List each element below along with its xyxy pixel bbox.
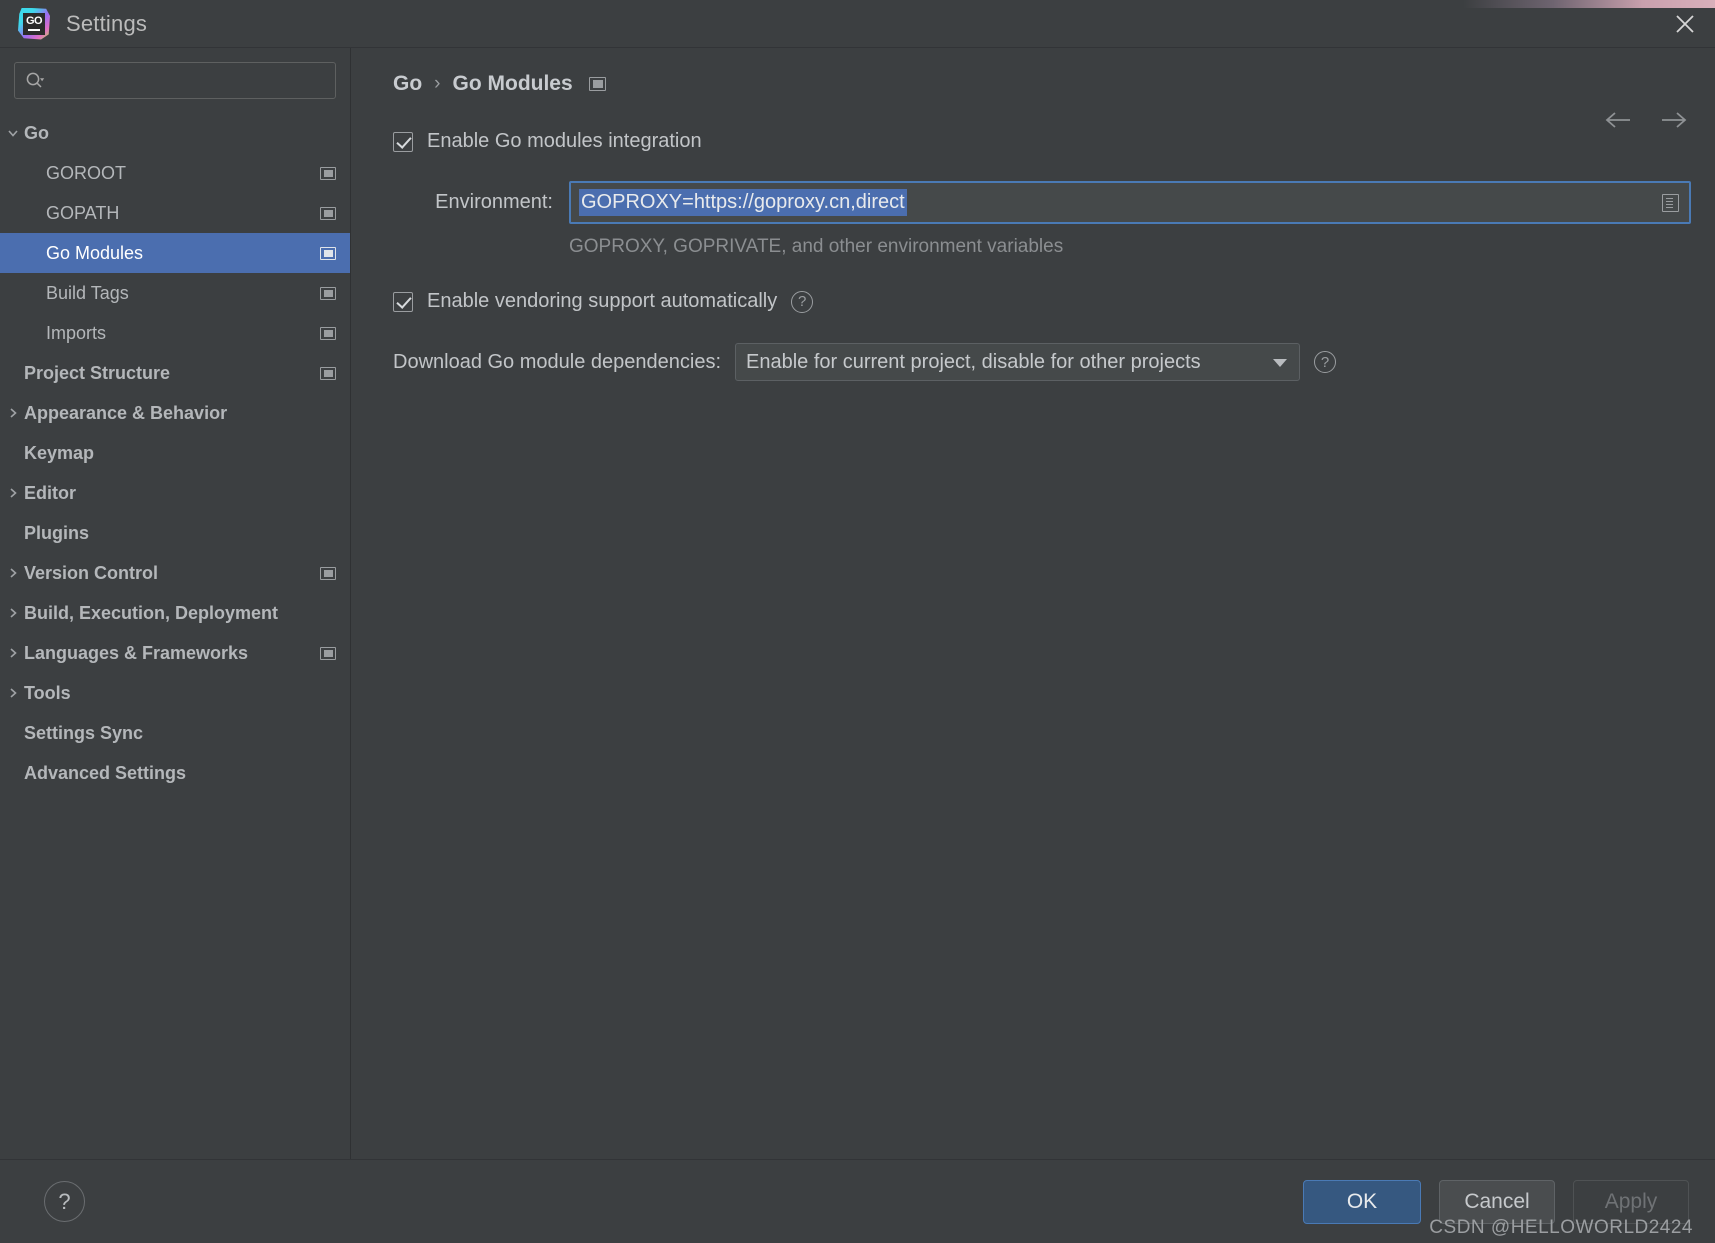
- project-scope-icon: [320, 326, 336, 340]
- sidebar-item-languages-frameworks[interactable]: Languages & Frameworks: [0, 633, 350, 673]
- sidebar-item-go-modules[interactable]: Go Modules: [0, 233, 350, 273]
- title-bar: GO Settings: [0, 0, 1715, 48]
- vendoring-row[interactable]: Enable vendoring support automatically ?: [393, 290, 1691, 313]
- expand-editor-icon[interactable]: [1662, 193, 1679, 212]
- chevron-down-icon[interactable]: [2, 126, 24, 140]
- enable-modules-label: Enable Go modules integration: [427, 130, 702, 152]
- search-input[interactable]: [51, 71, 325, 90]
- chevron-right-icon[interactable]: [2, 606, 24, 620]
- download-help-icon[interactable]: ?: [1314, 351, 1336, 373]
- chevron-right-icon[interactable]: [2, 406, 24, 420]
- close-icon[interactable]: [1655, 0, 1715, 47]
- sidebar-item-label: Keymap: [24, 442, 95, 463]
- sidebar-item-go[interactable]: Go: [0, 113, 350, 153]
- download-dependencies-select[interactable]: Enable for current project, disable for …: [735, 343, 1300, 381]
- watermark: CSDN @HELLOWORLD2424: [1429, 1217, 1693, 1238]
- sidebar-item-label: Appearance & Behavior: [24, 402, 228, 423]
- sidebar-item-project-structure[interactable]: Project Structure: [0, 353, 350, 393]
- search-container: [0, 62, 350, 113]
- search-icon: [25, 71, 45, 91]
- chevron-down-icon: [1273, 359, 1287, 367]
- sidebar-item-label: Version Control: [24, 562, 159, 583]
- sidebar-item-label: Go: [24, 122, 49, 143]
- sidebar-item-label: Languages & Frameworks: [24, 642, 249, 663]
- chevron-right-icon[interactable]: [2, 566, 24, 580]
- search-box[interactable]: [14, 62, 336, 99]
- project-scope-icon: [320, 646, 336, 660]
- project-scope-icon: [320, 206, 336, 220]
- environment-input[interactable]: GOPROXY=https://goproxy.cn,direct: [569, 181, 1691, 224]
- sidebar-item-tools[interactable]: Tools: [0, 673, 350, 713]
- sidebar-item-label: Go Modules: [46, 242, 144, 263]
- sidebar-item-version-control[interactable]: Version Control: [0, 553, 350, 593]
- sidebar-item-label: Build, Execution, Deployment: [24, 602, 279, 623]
- sidebar-item-label: Build Tags: [46, 282, 129, 303]
- project-scope-icon: [588, 77, 606, 91]
- project-scope-icon: [320, 246, 336, 260]
- breadcrumb: Go › Go Modules: [375, 48, 1691, 102]
- sidebar-item-keymap[interactable]: Keymap: [0, 433, 350, 473]
- download-dependencies-row: Download Go module dependencies: Enable …: [393, 343, 1691, 381]
- project-scope-icon: [320, 286, 336, 300]
- sidebar-item-label: Imports: [46, 322, 107, 343]
- sidebar-item-label: GOROOT: [46, 162, 126, 183]
- goland-icon-text: GO: [25, 15, 43, 27]
- sidebar-item-label: Settings Sync: [24, 722, 144, 743]
- environment-value: GOPROXY=https://goproxy.cn,direct: [579, 189, 907, 216]
- vendoring-help-icon[interactable]: ?: [791, 290, 814, 313]
- settings-tree: Go GOROOT GOPATH Go Modules Build Tags Import…: [0, 113, 350, 1159]
- goland-icon: GO: [18, 7, 50, 40]
- environment-row: Environment: GOPROXY=https://goproxy.cn,…: [393, 181, 1691, 224]
- project-scope-icon: [320, 366, 336, 380]
- sidebar-item-gopath[interactable]: GOPATH: [0, 193, 350, 233]
- help-button[interactable]: ?: [44, 1181, 85, 1222]
- settings-content: Go › Go Modules Enable Go modules integr…: [351, 48, 1715, 1159]
- navigation-arrows: [1603, 110, 1689, 130]
- sidebar-item-label: Advanced Settings: [24, 762, 187, 783]
- sidebar-item-build-tags[interactable]: Build Tags: [0, 273, 350, 313]
- chevron-right-icon[interactable]: [2, 486, 24, 500]
- chevron-right-icon[interactable]: [2, 686, 24, 700]
- download-dependencies-value: Enable for current project, disable for …: [746, 350, 1201, 373]
- sidebar-item-label: Editor: [24, 482, 76, 503]
- breadcrumb-current: Go Modules: [452, 72, 573, 95]
- go-modules-form: Enable Go modules integration Environmen…: [375, 102, 1691, 381]
- settings-sidebar: Go GOROOT GOPATH Go Modules Build Tags Import…: [0, 48, 351, 1159]
- project-scope-icon: [320, 166, 336, 180]
- enable-modules-row[interactable]: Enable Go modules integration: [393, 130, 1691, 153]
- sidebar-item-build-execution-deployment[interactable]: Build, Execution, Deployment: [0, 593, 350, 633]
- arrow-right-icon[interactable]: [1659, 110, 1689, 130]
- breadcrumb-separator: ›: [434, 73, 441, 94]
- enable-modules-checkbox[interactable]: [393, 131, 413, 152]
- project-scope-icon: [320, 566, 336, 580]
- sidebar-item-appearance-behavior[interactable]: Appearance & Behavior: [0, 393, 350, 433]
- ok-button[interactable]: OK: [1303, 1179, 1421, 1224]
- arrow-left-icon[interactable]: [1603, 110, 1633, 130]
- sidebar-item-label: Project Structure: [24, 362, 171, 383]
- settings-window: GO Settings Go GOROOT GOPATH Go Modules …: [0, 0, 1715, 1243]
- breadcrumb-parent[interactable]: Go: [393, 72, 422, 96]
- sidebar-item-label: GOPATH: [46, 202, 120, 223]
- vendoring-label: Enable vendoring support automatically: [427, 290, 778, 312]
- chevron-right-icon[interactable]: [2, 646, 24, 660]
- sidebar-item-imports[interactable]: Imports: [0, 313, 350, 353]
- sidebar-item-label: Tools: [24, 682, 71, 703]
- environment-hint: GOPROXY, GOPRIVATE, and other environmen…: [569, 236, 1064, 257]
- sidebar-item-advanced-settings[interactable]: Advanced Settings: [0, 753, 350, 793]
- vendoring-checkbox[interactable]: [393, 291, 413, 312]
- sidebar-item-settings-sync[interactable]: Settings Sync: [0, 713, 350, 753]
- download-dependencies-label: Download Go module dependencies:: [393, 350, 721, 373]
- window-title: Settings: [66, 10, 148, 36]
- sidebar-item-goroot[interactable]: GOROOT: [0, 153, 350, 193]
- sidebar-item-editor[interactable]: Editor: [0, 473, 350, 513]
- sidebar-item-plugins[interactable]: Plugins: [0, 513, 350, 553]
- dialog-footer: ? OK Cancel Apply CSDN @HELLOWORLD2424: [0, 1159, 1715, 1243]
- sidebar-item-label: Plugins: [24, 522, 90, 543]
- environment-label: Environment:: [435, 191, 553, 213]
- window-body: Go GOROOT GOPATH Go Modules Build Tags Import…: [0, 48, 1715, 1159]
